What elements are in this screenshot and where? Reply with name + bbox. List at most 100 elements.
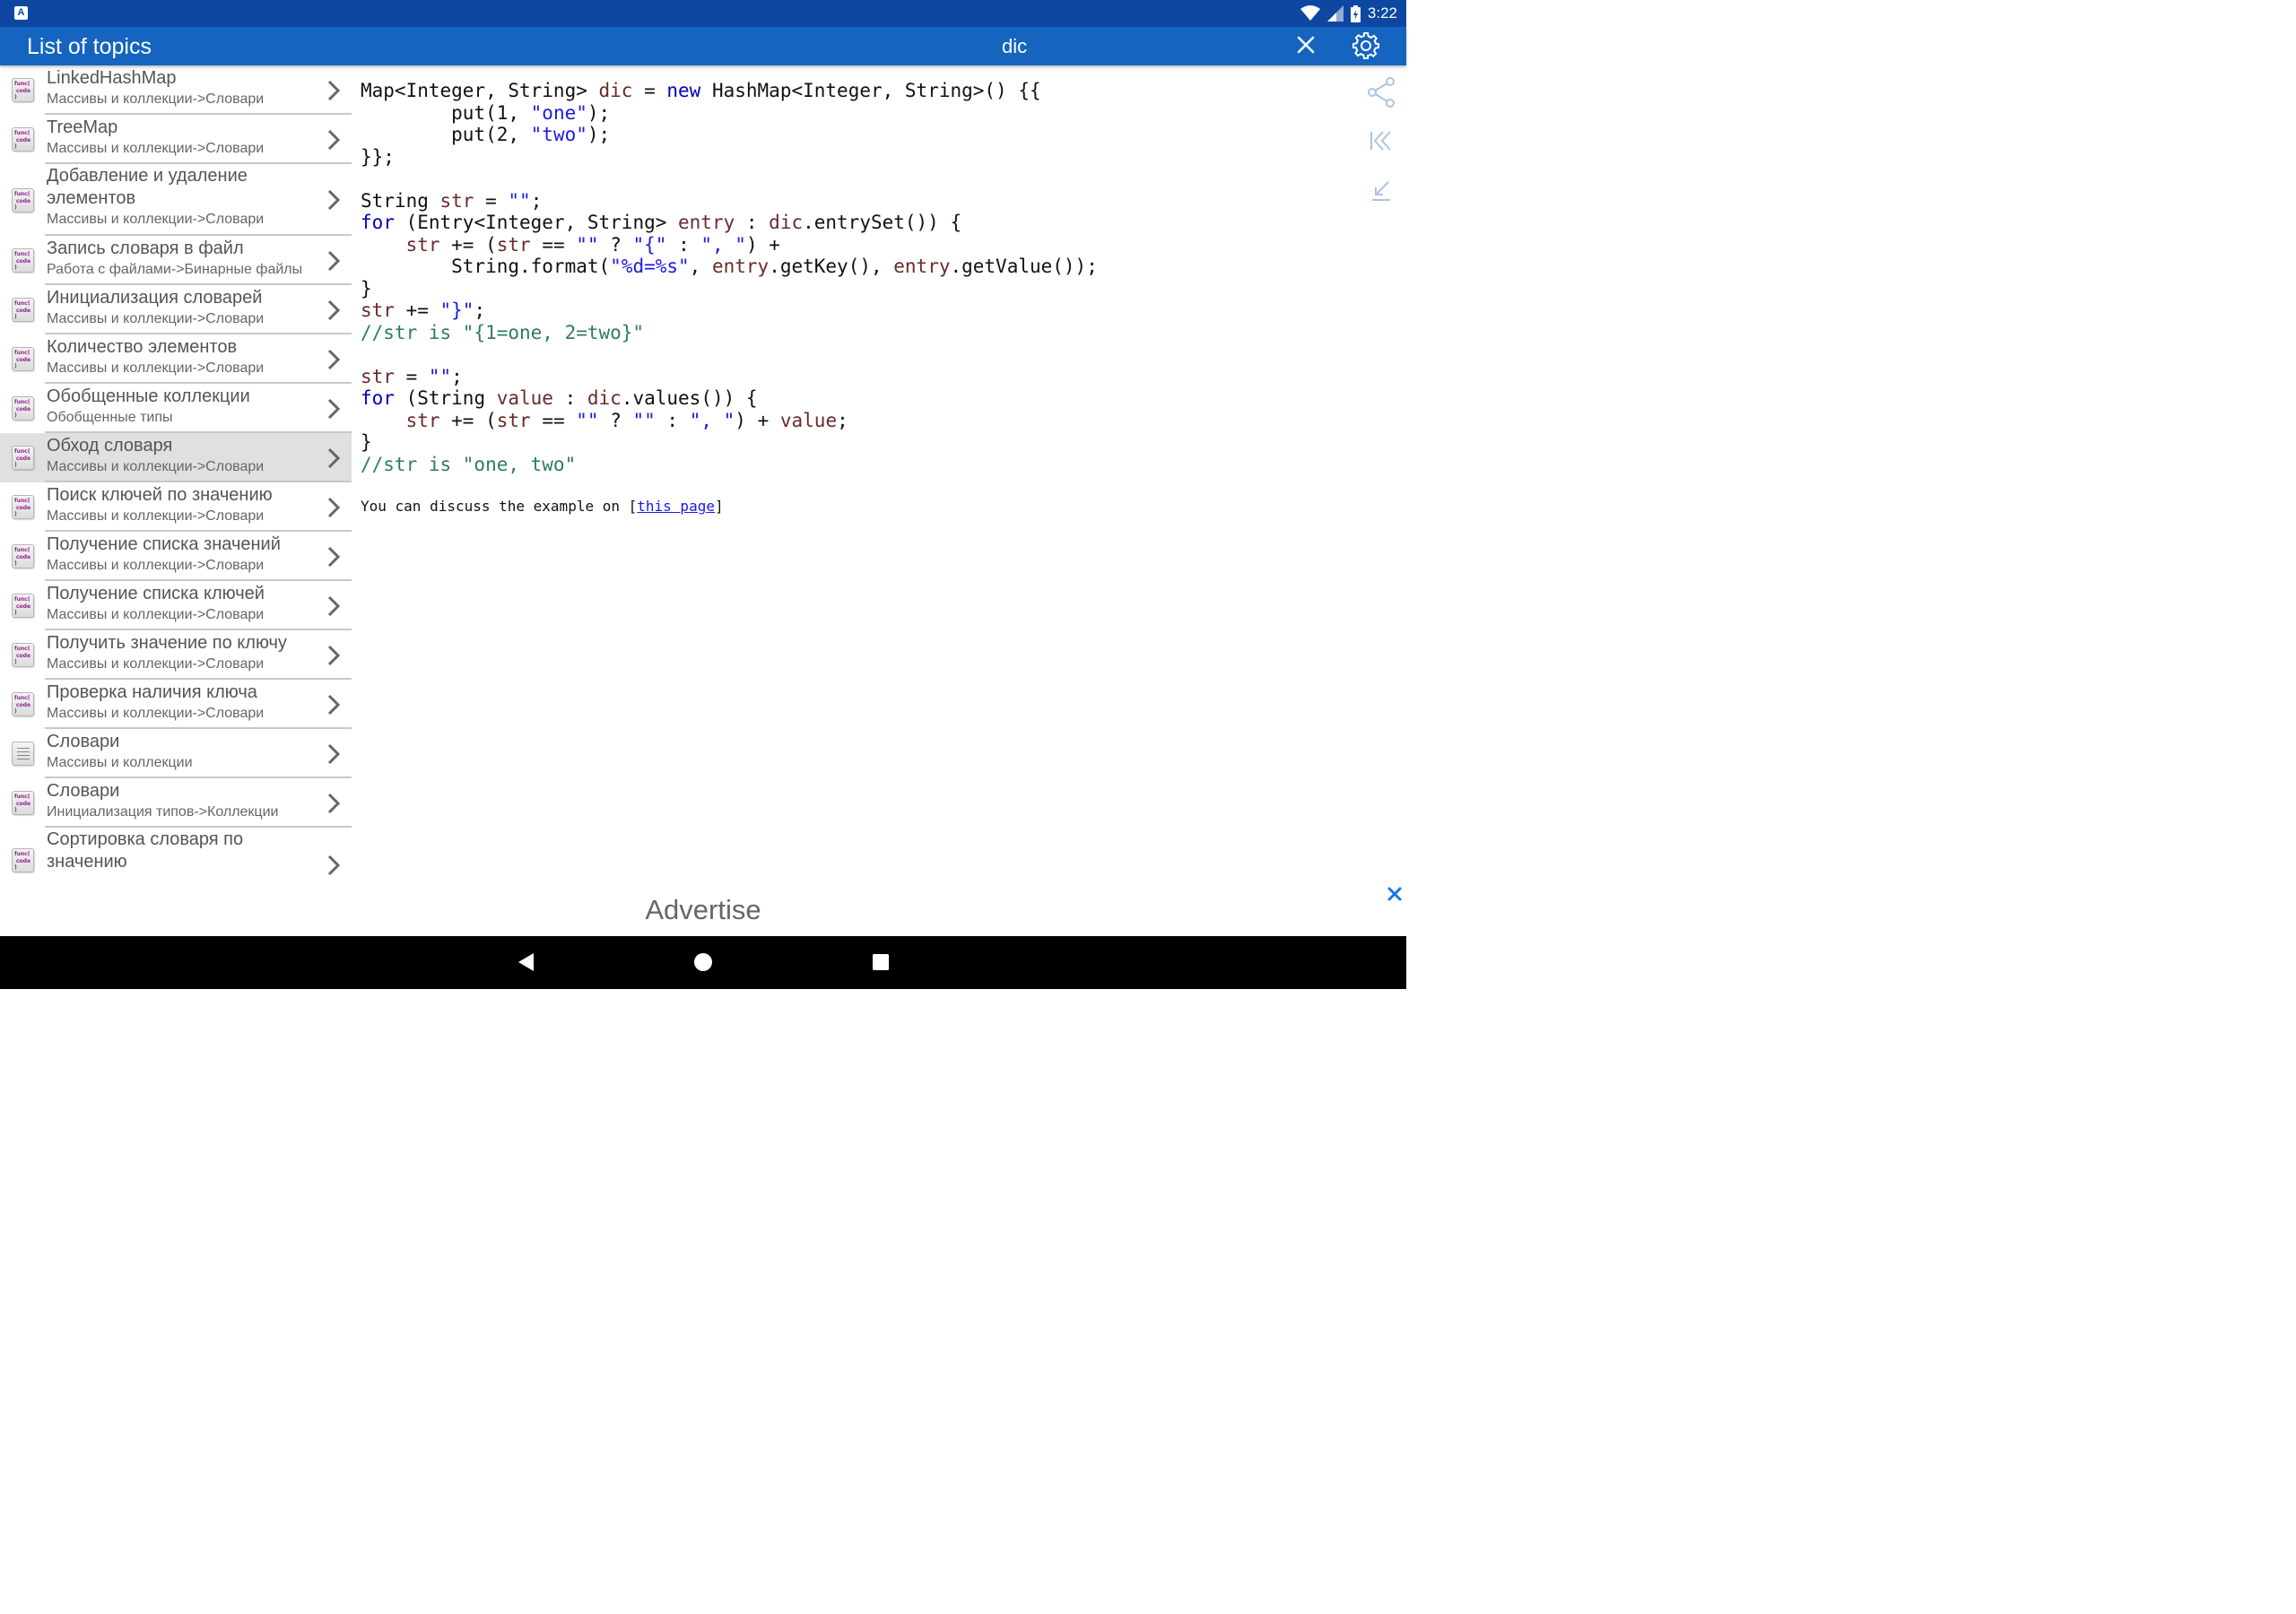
recents-icon[interactable] (869, 950, 892, 974)
home-icon[interactable] (691, 950, 715, 974)
list-item[interactable]: Словари Массивы и коллекции (0, 729, 352, 778)
collapse-left-icon[interactable] (1363, 125, 1399, 157)
list-item[interactable]: func(code) Запись словаря в файл Работа с … (0, 236, 352, 285)
navigation-bar (0, 936, 1406, 989)
list-item-title: Получить значение по ключу (47, 633, 287, 653)
list-item[interactable]: func(code) Инициализация словарей Массивы … (0, 285, 352, 334)
chevron-right-icon (327, 80, 341, 100)
search-input[interactable]: dic (1002, 35, 1027, 58)
code-line: put(2, "two"); (361, 124, 611, 145)
code-icon: func(code) (12, 544, 34, 568)
list-item-title: Добавление и удаление элементов (47, 166, 248, 208)
chevron-right-icon (327, 855, 341, 876)
list-item[interactable]: func(code) Обобщенные коллекции Обобщенные… (0, 384, 352, 433)
battery-icon (1350, 4, 1361, 22)
list-item[interactable]: func(code) Проверка наличия ключа Массивы … (0, 680, 352, 729)
code-icon: func(code) (12, 298, 34, 322)
list-item-subtitle: Массивы и коллекции->Словари (47, 360, 265, 376)
close-icon[interactable] (1293, 32, 1318, 57)
list-item-title: Получение списка значений (47, 534, 281, 554)
code-line: //str is "{1=one, 2=two}" (361, 321, 645, 343)
list-item[interactable]: func(code) Словари Инициализация типов->Ко… (0, 778, 352, 828)
list-item[interactable]: func(code) LinkedHashMap Массивы и коллекц… (0, 65, 352, 115)
code-line: //str is "one, two" (361, 453, 577, 475)
list-item-subtitle: Массивы и коллекции->Словари (47, 706, 265, 721)
list-item-title: Поиск ключей по значению (47, 485, 273, 505)
list-item-title: LinkedHashMap (47, 68, 177, 88)
code-line: str += (str == "" ? "{" : ", ") + (405, 233, 780, 256)
chevron-right-icon (327, 398, 341, 419)
advert-close-icon[interactable] (1386, 885, 1404, 903)
list-item[interactable]: func(code) Получение списка значений Масси… (0, 532, 352, 581)
code-icon: func(code) (12, 78, 34, 102)
list-item-subtitle: Инициализация типов->Коллекции (47, 804, 279, 820)
chevron-right-icon (327, 793, 341, 813)
chevron-right-icon (327, 743, 341, 764)
code-line: str += "}"; (361, 299, 486, 321)
status-icons: 3:22 (1300, 4, 1397, 22)
list-item-title: Обобщенные коллекции (47, 386, 250, 406)
code-line: str += (str == "" ? "" : ", ") + value; (405, 409, 848, 431)
code-line: for (String value : dic.values()) { (361, 387, 758, 409)
code-line: } (361, 431, 372, 453)
advert-label: Advertise (645, 894, 761, 925)
code-block: Map<Integer, String> dic = new HashMap<I… (361, 80, 1098, 475)
topic-list: func(code) LinkedHashMap Массивы и коллекц… (0, 65, 352, 881)
chevron-right-icon (327, 546, 341, 567)
code-icon: func(code) (12, 495, 34, 519)
code-icon: func(code) (12, 847, 34, 872)
discussion-link[interactable]: this page (637, 498, 715, 515)
chevron-right-icon (327, 189, 341, 211)
code-icon: func(code) (12, 347, 34, 371)
list-item[interactable]: func(code) Поиск ключей по значению Массив… (0, 482, 352, 532)
list-icon (12, 742, 34, 766)
discussion-text: You can discuss the example on (361, 498, 629, 515)
code-icon: func(code) (12, 127, 34, 152)
code-line: } (361, 277, 372, 299)
code-icon: func(code) (12, 187, 34, 213)
chevron-right-icon (327, 299, 341, 320)
chevron-right-icon (327, 497, 341, 517)
back-icon[interactable] (514, 950, 537, 974)
code-icon: func(code) (12, 594, 34, 618)
list-item-subtitle: Массивы и коллекции->Словари (47, 459, 265, 474)
list-item-subtitle: Массивы и коллекции (47, 755, 193, 770)
page-title: List of topics (27, 34, 152, 59)
list-item-subtitle: Массивы и коллекции->Словари (47, 656, 265, 672)
list-item-title: Сортировка словаря по значению (47, 829, 244, 872)
list-item[interactable]: func(code) Количество элементов Массивы и … (0, 334, 352, 384)
content-pane: Map<Integer, String> dic = new HashMap<I… (352, 65, 1338, 881)
list-item[interactable]: func(code) Сортировка словаря по значению (0, 828, 352, 881)
clock: 3:22 (1367, 4, 1397, 22)
code-line: str = ""; (361, 365, 463, 387)
list-item-title: Обход словаря (47, 436, 173, 456)
code-line: for (Entry<Integer, String> entry : dic.… (361, 212, 962, 233)
list-item-subtitle: Работа с файлами->Бинарные файлы (47, 262, 303, 277)
list-item-subtitle: Массивы и коллекции->Словари (47, 91, 265, 107)
gear-icon[interactable] (1351, 30, 1381, 61)
list-item[interactable]: func(code) Получить значение по ключу Масс… (0, 630, 352, 680)
app-notification-icon: A (14, 6, 28, 20)
list-item-subtitle: Массивы и коллекции->Словари (47, 141, 265, 156)
code-line: String.format("%d=%s", entry.getKey(), e… (361, 256, 1098, 277)
list-item-title: Получение списка ключей (47, 584, 265, 603)
code-line: put(1, "one"); (361, 101, 611, 124)
code-line: String str = ""; (361, 189, 543, 212)
list-item-title: Запись словаря в файл (47, 239, 244, 258)
code-icon: func(code) (12, 396, 34, 421)
bracket-close: ] (714, 498, 724, 515)
code-icon: func(code) (12, 791, 34, 815)
list-item[interactable]: func(code) Обход словаря Массивы и коллекц… (0, 433, 352, 482)
list-item[interactable]: func(code) TreeMap Массивы и коллекции->Сл… (0, 115, 352, 164)
share-icon[interactable] (1363, 76, 1399, 108)
app-bar: List of topics dic (0, 27, 1406, 65)
list-item-title: Количество элементов (47, 337, 238, 357)
chevron-right-icon (327, 595, 341, 616)
chevron-right-icon (327, 349, 341, 369)
list-item[interactable]: func(code) Получение списка ключей Массивы… (0, 581, 352, 630)
advert-banner[interactable]: Advertise (0, 881, 1406, 936)
list-item[interactable]: func(code) Добавление и удаление элементо… (0, 164, 352, 236)
minimize-icon[interactable] (1363, 175, 1399, 207)
code-icon: func(code) (12, 446, 34, 470)
